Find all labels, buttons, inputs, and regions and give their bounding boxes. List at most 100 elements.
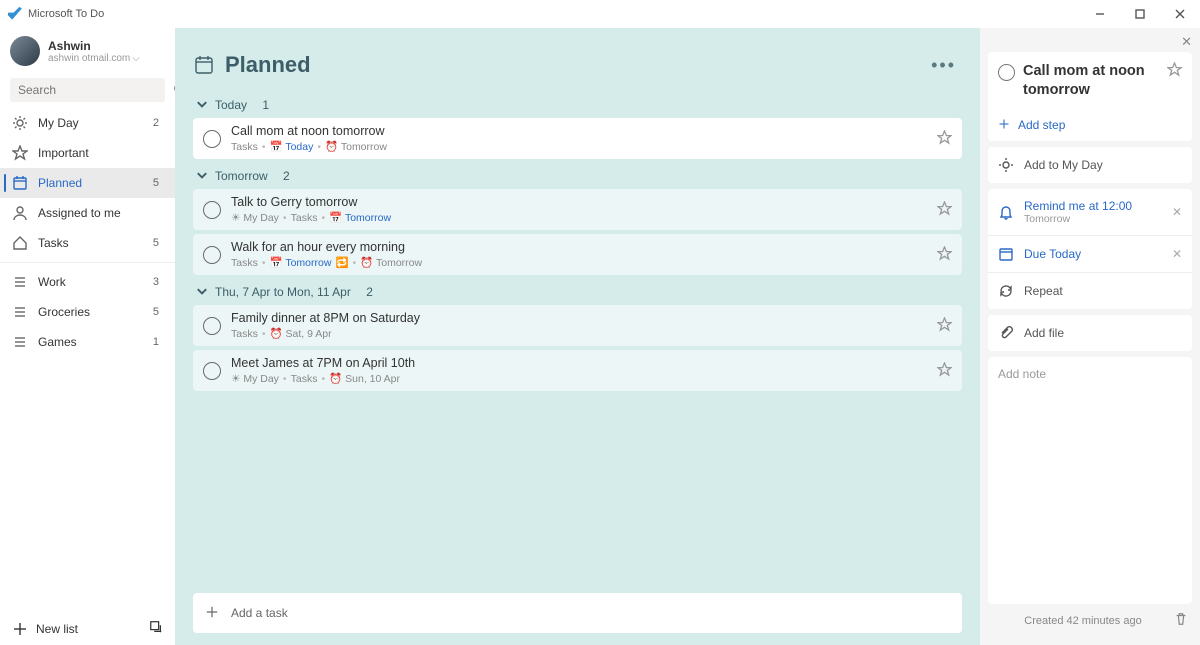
profile[interactable]: Ashwin ashwin otmail.com⌵ [0, 32, 175, 72]
star-icon[interactable] [937, 201, 952, 219]
list-icon [12, 304, 28, 320]
calendar-icon [193, 54, 215, 76]
avatar [10, 36, 40, 66]
group-header[interactable]: Tomorrow 2 [193, 163, 962, 189]
sidebar-item-myday[interactable]: My Day 2 [0, 108, 175, 138]
sidebar-label: Tasks [38, 236, 69, 250]
close-window-button[interactable] [1160, 0, 1200, 28]
task-checkbox[interactable] [998, 64, 1015, 81]
sidebar-count: 5 [153, 177, 163, 189]
list-icon [12, 334, 28, 350]
repeat-row[interactable]: Repeat [988, 273, 1192, 309]
add-step-button[interactable]: Add step [988, 110, 1192, 141]
task-title: Family dinner at 8PM on Saturday [231, 311, 927, 325]
reminder-row[interactable]: Remind me at 12:00 Tomorrow ✕ [988, 189, 1192, 235]
add-file-button[interactable]: Add file [988, 315, 1192, 351]
profile-email: ashwin otmail.com⌵ [48, 53, 140, 64]
home-icon [12, 235, 28, 251]
person-icon [12, 205, 28, 221]
plus-icon [205, 605, 219, 622]
bell-icon [998, 204, 1014, 220]
calendar-icon [12, 175, 28, 191]
task-row[interactable]: Family dinner at 8PM on Saturday Tasks • … [193, 305, 962, 346]
sidebar-item-list[interactable]: Groceries 5 [0, 297, 175, 327]
titlebar: Microsoft To Do [0, 0, 1200, 28]
paperclip-icon [998, 325, 1014, 341]
repeat-icon [998, 283, 1014, 299]
sidebar-item-tasks[interactable]: Tasks 5 [0, 228, 175, 258]
task-row[interactable]: Call mom at noon tomorrowTasks • 📅 Today… [193, 118, 962, 159]
plus-icon [12, 621, 28, 637]
sidebar-item-list[interactable]: Games 1 [0, 327, 175, 357]
add-to-myday-button[interactable]: Add to My Day [988, 147, 1192, 183]
task-checkbox[interactable] [203, 201, 221, 219]
task-row[interactable]: Walk for an hour every morning Tasks • 📅 … [193, 234, 962, 275]
task-checkbox[interactable] [203, 362, 221, 380]
detail-pane: ✕ Call mom at noon tomorrow Add step Add… [980, 28, 1200, 645]
sidebar-count: 1 [153, 336, 163, 348]
plus-icon [998, 118, 1010, 133]
sidebar-item-planned[interactable]: Planned 5 [0, 168, 175, 198]
sidebar-item-list[interactable]: Work 3 [0, 267, 175, 297]
task-meta: Tasks • ⏰ Sat, 9 Apr [231, 327, 927, 340]
sidebar-label: Groceries [38, 305, 90, 319]
sun-icon [12, 115, 28, 131]
sidebar-label: Work [38, 275, 66, 289]
group-header[interactable]: Today 1 [193, 92, 962, 118]
remove-reminder-button[interactable]: ✕ [1172, 205, 1182, 219]
star-icon[interactable] [1167, 62, 1182, 80]
close-detail-button[interactable]: ✕ [1181, 34, 1192, 50]
app-logo-icon [8, 7, 22, 21]
delete-task-button[interactable] [1174, 612, 1188, 629]
minimize-button[interactable] [1080, 0, 1120, 28]
group-header[interactable]: Thu, 7 Apr to Mon, 11 Apr 2 [193, 279, 962, 305]
more-button[interactable]: ••• [931, 55, 962, 76]
task-checkbox[interactable] [203, 317, 221, 335]
add-task-input[interactable]: Add a task [193, 593, 962, 633]
task-title: Call mom at noon tomorrow [231, 124, 927, 138]
sidebar: Ashwin ashwin otmail.com⌵ My Day 2 Impor… [0, 28, 175, 645]
task-row[interactable]: Talk to Gerry tomorrow ☀ My Day • Tasks •… [193, 189, 962, 230]
sidebar-count: 5 [153, 306, 163, 318]
sidebar-item-assigned[interactable]: Assigned to me [0, 198, 175, 228]
created-label: Created 42 minutes ago [1024, 615, 1141, 627]
search-box[interactable] [10, 78, 165, 102]
task-meta: ☀ My Day • Tasks • 📅 Tomorrow [231, 211, 927, 224]
detail-title[interactable]: Call mom at noon tomorrow [1023, 62, 1159, 100]
sidebar-label: Games [38, 335, 77, 349]
sidebar-label: My Day [38, 116, 79, 130]
app-title: Microsoft To Do [28, 8, 104, 20]
profile-name: Ashwin [48, 39, 140, 53]
star-icon[interactable] [937, 246, 952, 264]
task-title: Walk for an hour every morning [231, 240, 927, 254]
star-icon[interactable] [937, 362, 952, 380]
remove-due-button[interactable]: ✕ [1172, 247, 1182, 261]
chevron-down-icon [195, 98, 209, 112]
task-meta: Tasks • 📅 Tomorrow 🔁 • ⏰ Tomorrow [231, 256, 927, 269]
page-title: Planned [225, 52, 311, 78]
sidebar-count: 2 [153, 117, 163, 129]
star-icon[interactable] [937, 317, 952, 335]
star-icon[interactable] [937, 130, 952, 148]
due-row[interactable]: Due Today ✕ [988, 236, 1192, 272]
add-task-label: Add a task [231, 606, 288, 620]
maximize-button[interactable] [1120, 0, 1160, 28]
sidebar-item-important[interactable]: Important [0, 138, 175, 168]
new-list-button[interactable]: New list [36, 622, 78, 636]
star-icon [12, 145, 28, 161]
sidebar-count: 3 [153, 276, 163, 288]
task-checkbox[interactable] [203, 246, 221, 264]
calendar-icon [998, 246, 1014, 262]
task-checkbox[interactable] [203, 130, 221, 148]
task-title: Meet James at 7PM on April 10th [231, 356, 927, 370]
sidebar-label: Important [38, 146, 89, 160]
main-pane: Planned ••• Today 1Call mom at noon tomo… [175, 28, 980, 645]
new-group-icon[interactable] [149, 620, 163, 637]
task-meta: ☀ My Day • Tasks • ⏰ Sun, 10 Apr [231, 372, 927, 385]
search-input[interactable] [18, 83, 173, 97]
sidebar-label: Planned [38, 176, 82, 190]
list-icon [12, 274, 28, 290]
task-row[interactable]: Meet James at 7PM on April 10th ☀ My Day … [193, 350, 962, 391]
note-input[interactable]: Add note [988, 357, 1192, 604]
task-title: Talk to Gerry tomorrow [231, 195, 927, 209]
